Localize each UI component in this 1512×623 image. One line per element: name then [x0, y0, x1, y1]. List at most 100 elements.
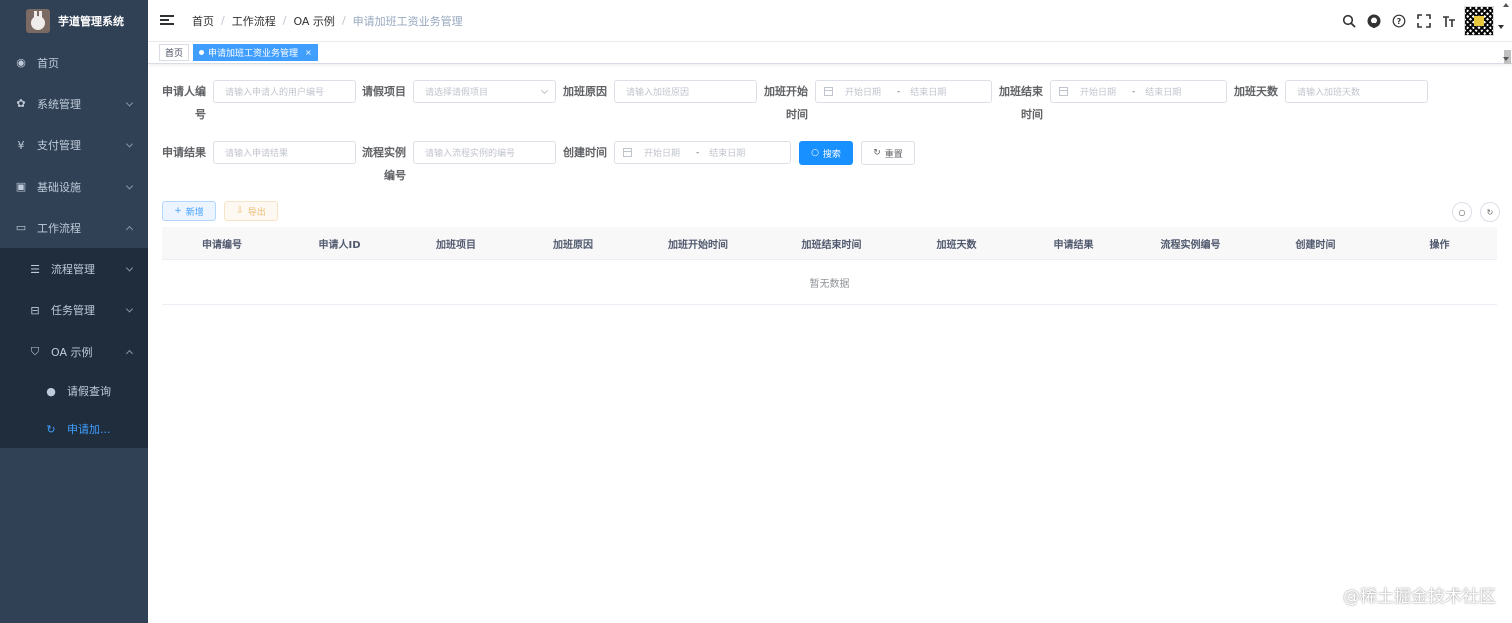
navbar-actions: ?: [1333, 0, 1504, 42]
overtime-days-input[interactable]: 请输入加班天数: [1285, 80, 1428, 103]
plus-icon: +: [174, 206, 182, 216]
close-icon[interactable]: ×: [305, 48, 312, 57]
refresh-button[interactable]: ↻: [1480, 202, 1500, 222]
refresh-icon: ↻: [46, 422, 56, 436]
breadcrumb-item[interactable]: OA 示例: [293, 13, 335, 29]
breadcrumb-item[interactable]: 首页: [192, 13, 214, 29]
help-icon[interactable]: ?: [1390, 12, 1408, 30]
placeholder: 请输入申请人的用户编号: [225, 88, 325, 98]
calendar-icon: [623, 148, 632, 157]
reset-button[interactable]: ↻ 重置: [861, 141, 915, 165]
add-button[interactable]: + 新增: [162, 201, 216, 221]
task-icon: ⊟: [30, 303, 40, 317]
form-item-applicant-no: 申请人编号 请输入申请人的用户编号: [162, 80, 356, 126]
range-start: 开始日期: [644, 149, 681, 159]
refresh-icon: ↻: [873, 148, 881, 158]
range-start: 开始日期: [1080, 88, 1117, 98]
sidebar-item-label: 支付管理: [37, 139, 81, 153]
empty-placeholder: 暂无数据: [162, 260, 1497, 305]
leave-item-label: 请假项目: [362, 85, 406, 98]
column-header: 加班原因: [553, 239, 593, 251]
column-header: 申请结果: [1053, 239, 1094, 251]
column-header: 申请编号: [202, 239, 242, 251]
avatar[interactable]: [1464, 6, 1494, 36]
sidebar-item-pay[interactable]: ¥ 支付管理: [0, 125, 148, 166]
overtime-reason-input[interactable]: 请输入加班原因: [614, 80, 757, 103]
create-time-label: 创建时间: [563, 146, 607, 159]
sidebar-item-task[interactable]: ⊟ 任务管理: [0, 290, 148, 331]
oa-submenu: ● 请假查询 ↻ 申请加...: [0, 372, 148, 448]
overtime-reason-label: 加班原因: [563, 85, 607, 98]
applicant-no-input[interactable]: 请输入申请人的用户编号: [213, 80, 356, 103]
sidebar-item-process[interactable]: ☰ 流程管理: [0, 248, 148, 289]
scroll-down-arrow[interactable]: [1503, 57, 1509, 61]
hamburger-icon[interactable]: [160, 14, 174, 27]
breadcrumb-separator: /: [282, 14, 287, 27]
applicant-no-label: 申请人编号: [162, 85, 206, 121]
sidebar-item-label: 系统管理: [37, 97, 81, 111]
range-separator: -: [696, 147, 700, 158]
chevron-down-icon: [125, 140, 134, 148]
search-button[interactable]: ○ 搜索: [799, 141, 853, 165]
placeholder: 请输入加班原因: [626, 88, 690, 98]
range-end: 结束日期: [910, 88, 947, 98]
tags-view: 首页 申请加班工资业务管理 ×: [148, 42, 1512, 64]
tag-label: 申请加班工资业务管理: [208, 49, 299, 59]
watermark: @稀土掘金技术社区: [1343, 587, 1496, 607]
sidebar-item-label: 任务管理: [51, 304, 95, 318]
sidebar-item-label: 基础设施: [37, 180, 81, 194]
form-item-overtime-start: 加班开始时间 开始日期 - 结束日期: [764, 80, 992, 126]
create-time-range[interactable]: 开始日期 - 结束日期: [614, 141, 791, 164]
overtime-days-label: 加班天数: [1234, 85, 1278, 98]
chevron-down-icon: [540, 86, 549, 95]
sidebar-item-label: 工作流程: [37, 221, 81, 235]
overtime-end-label: 加班结束时间: [999, 85, 1043, 121]
active-dot-icon: [199, 50, 205, 55]
font-size-icon[interactable]: [1440, 12, 1458, 30]
column-header: 加班开始时间: [668, 239, 728, 251]
scroll-up-arrow[interactable]: [1503, 3, 1509, 7]
logo[interactable]: 芋道管理系统: [0, 0, 148, 42]
sidebar: 芋道管理系统 ◉ 首页 ✿ 系统管理 ¥ 支付管理 ▣ 基础设施 ▭ 工作流程 …: [0, 0, 148, 623]
column-header: 加班天数: [936, 239, 977, 251]
apply-result-input[interactable]: 请输入申请结果: [213, 141, 356, 164]
main-content: 申请人编号 请输入申请人的用户编号 请假项目 请选择请假项目 加班原因 请输入加…: [148, 65, 1512, 623]
sidebar-item-system[interactable]: ✿ 系统管理: [0, 83, 148, 124]
sidebar-item-infra[interactable]: ▣ 基础设施: [0, 166, 148, 207]
apply-result-label: 申请结果: [162, 146, 206, 159]
refresh-icon: ↻: [1486, 207, 1494, 217]
list-icon: ☰: [30, 262, 40, 276]
github-icon[interactable]: [1365, 12, 1383, 30]
chevron-down-icon: [125, 305, 134, 313]
leave-item-select[interactable]: 请选择请假项目: [413, 80, 556, 103]
sidebar-item-label: 申请加...: [67, 423, 111, 437]
placeholder: 请输入加班天数: [1297, 88, 1361, 98]
sidebar-item-overtime[interactable]: ↻ 申请加...: [0, 410, 148, 448]
chevron-down-icon: [125, 264, 134, 272]
sidebar-item-workflow[interactable]: ▭ 工作流程: [0, 207, 148, 248]
chevron-up-icon: [125, 225, 134, 233]
process-instance-input[interactable]: 请输入流程实例的编号: [413, 141, 556, 164]
fullscreen-icon[interactable]: [1415, 12, 1433, 30]
sidebar-item-leave[interactable]: ● 请假查询: [0, 372, 148, 410]
column-header: 流程实例编号: [1160, 239, 1221, 251]
tag-home[interactable]: 首页: [159, 44, 190, 61]
toggle-search-button[interactable]: ○: [1452, 202, 1472, 222]
caret-down-icon[interactable]: [1498, 25, 1504, 29]
range-separator: -: [1132, 86, 1136, 97]
form-item-create-time: 创建时间 开始日期 - 结束日期: [563, 141, 791, 164]
calendar-icon: [824, 87, 833, 96]
sidebar-item-home[interactable]: ◉ 首页: [0, 42, 148, 83]
sidebar-item-oa[interactable]: ⛉ OA 示例: [0, 331, 148, 372]
overtime-start-range[interactable]: 开始日期 - 结束日期: [815, 80, 992, 103]
tag-overtime[interactable]: 申请加班工资业务管理 ×: [193, 44, 318, 61]
logo-image: [26, 9, 50, 33]
export-button[interactable]: ⇩ 导出: [224, 201, 278, 221]
search-icon: ○: [811, 148, 819, 158]
search-icon[interactable]: [1340, 12, 1358, 30]
breadcrumb-item[interactable]: 工作流程: [232, 13, 276, 29]
form-item-process-instance: 流程实例编号 请输入流程实例的编号: [362, 141, 556, 187]
chevron-down-icon: [125, 99, 134, 107]
export-button-label: 导出: [247, 207, 266, 218]
overtime-end-range[interactable]: 开始日期 - 结束日期: [1050, 80, 1227, 103]
